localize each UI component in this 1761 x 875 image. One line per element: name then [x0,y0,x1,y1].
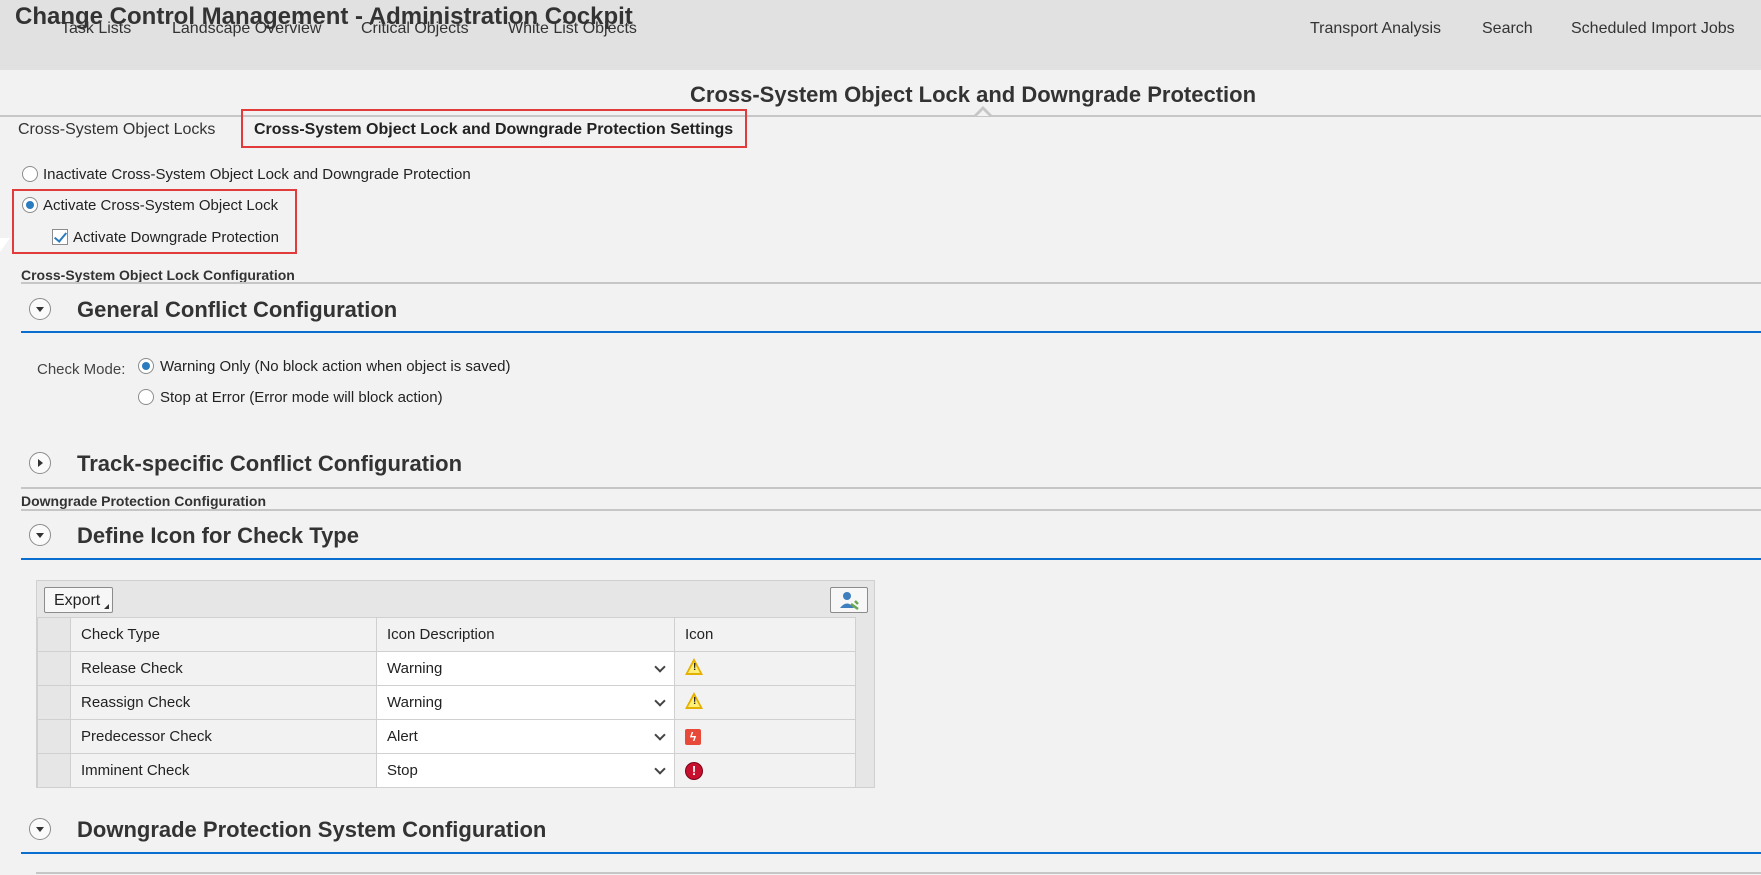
tab-white-list-objects[interactable]: White List Objects [508,20,637,38]
table-row: Imminent Check Stop ! [37,753,856,788]
row-selector[interactable] [37,685,71,720]
tab-landscape-overview[interactable]: Landscape Overview [172,20,321,38]
tab-transport-analysis[interactable]: Transport Analysis [1310,20,1441,38]
tab-scheduled-import-jobs[interactable]: Scheduled Import Jobs [1571,20,1735,38]
activate-lock-radio[interactable] [22,197,38,213]
system-panel-toggle[interactable] [29,818,51,840]
icon-description-select[interactable]: Stop [376,753,675,788]
general-panel-title: General Conflict Configuration [77,297,398,322]
col-check-type: Check Type [70,617,377,652]
row-selector[interactable] [37,719,71,754]
stop-at-error-label: Stop at Error (Error mode will block act… [160,389,443,406]
tab-critical-objects[interactable]: Critical Objects [361,20,469,38]
active-tab-caret-inner [977,110,989,116]
row-selector[interactable] [37,753,71,788]
tab-cross-system-object-lock[interactable]: Cross-System Object Lock and Downgrade P… [690,82,1256,108]
warning-icon: ! [685,692,703,709]
icon-panel-title: Define Icon for Check Type [77,523,359,548]
downgrade-config-heading: Downgrade Protection Configuration [21,493,266,509]
col-icon: Icon [674,617,856,652]
select-value: Alert [387,728,418,745]
chevron-down-icon [654,763,666,775]
inactivate-radio[interactable] [22,166,38,182]
icon-panel-toggle[interactable] [29,524,51,546]
subtab-object-locks[interactable]: Cross-System Object Locks [18,121,215,139]
icon-panel-underline [21,558,1761,560]
activate-lock-label: Activate Cross-System Object Lock [43,197,279,214]
select-value: Warning [387,694,443,711]
subtab-lock-settings[interactable]: Cross-System Object Lock and Downgrade P… [254,121,733,139]
row-selector[interactable] [37,651,71,686]
inactivate-label: Inactivate Cross-System Object Lock and … [43,166,471,183]
check-type-cell: Reassign Check [70,685,377,720]
stop-at-error-radio[interactable] [138,389,154,405]
check-type-cell: Predecessor Check [70,719,377,754]
system-panel-title: Downgrade Protection System Configuratio… [77,817,547,842]
warning-only-radio[interactable] [138,358,154,374]
downgrade-protection-label: Activate Downgrade Protection [73,229,279,246]
track-panel-title: Track-specific Conflict Configuration [77,451,463,476]
personalize-button[interactable] [830,587,868,613]
tab-search[interactable]: Search [1482,20,1533,38]
track-panel-underline [21,487,1761,489]
icon-description-select[interactable]: Warning [376,685,675,720]
check-mode-label: Check Mode: [37,361,126,378]
icon-description-select[interactable]: Warning [376,651,675,686]
check-type-cell: Release Check [70,651,377,686]
table-row: Predecessor Check Alert ϟ [37,719,856,754]
table-row: Reassign Check Warning ! [37,685,856,720]
chevron-down-icon [654,661,666,673]
table-header-row: Check Type Icon Description Icon [37,617,856,652]
col-icon-description: Icon Description [376,617,675,652]
warning-only-label: Warning Only (No block action when objec… [160,358,511,375]
select-value: Warning [387,660,443,677]
stop-icon: ! [685,761,703,780]
tab-task-lists[interactable]: Task Lists [61,20,131,38]
alert-icon: ϟ [685,729,701,745]
chevron-down-icon [654,729,666,741]
select-value: Stop [387,762,418,779]
icon-table: Export Check Type Icon Description Icon … [36,580,875,788]
general-panel-toggle[interactable] [29,298,51,320]
downgrade-protection-checkbox[interactable] [52,229,68,245]
system-panel-underline [21,852,1761,854]
row-select-header [37,617,71,652]
lock-config-divider [21,282,1761,284]
track-panel-toggle[interactable] [29,452,51,474]
icon-description-select[interactable]: Alert [376,719,675,754]
personalize-icon [840,592,859,611]
lock-config-heading: Cross-System Object Lock Configuration [21,267,295,283]
chevron-down-icon [654,695,666,707]
general-panel-underline [21,331,1761,333]
warning-icon: ! [685,658,703,675]
icon-grid: Check Type Icon Description Icon Release… [37,617,856,788]
check-type-cell: Imminent Check [70,753,377,788]
downgrade-config-divider [21,509,1761,511]
mouse-cursor-icon [0,238,10,252]
table-row: Release Check Warning ! [37,651,856,686]
system-panel-content-edge [36,872,1761,874]
export-button[interactable]: Export [44,587,113,613]
